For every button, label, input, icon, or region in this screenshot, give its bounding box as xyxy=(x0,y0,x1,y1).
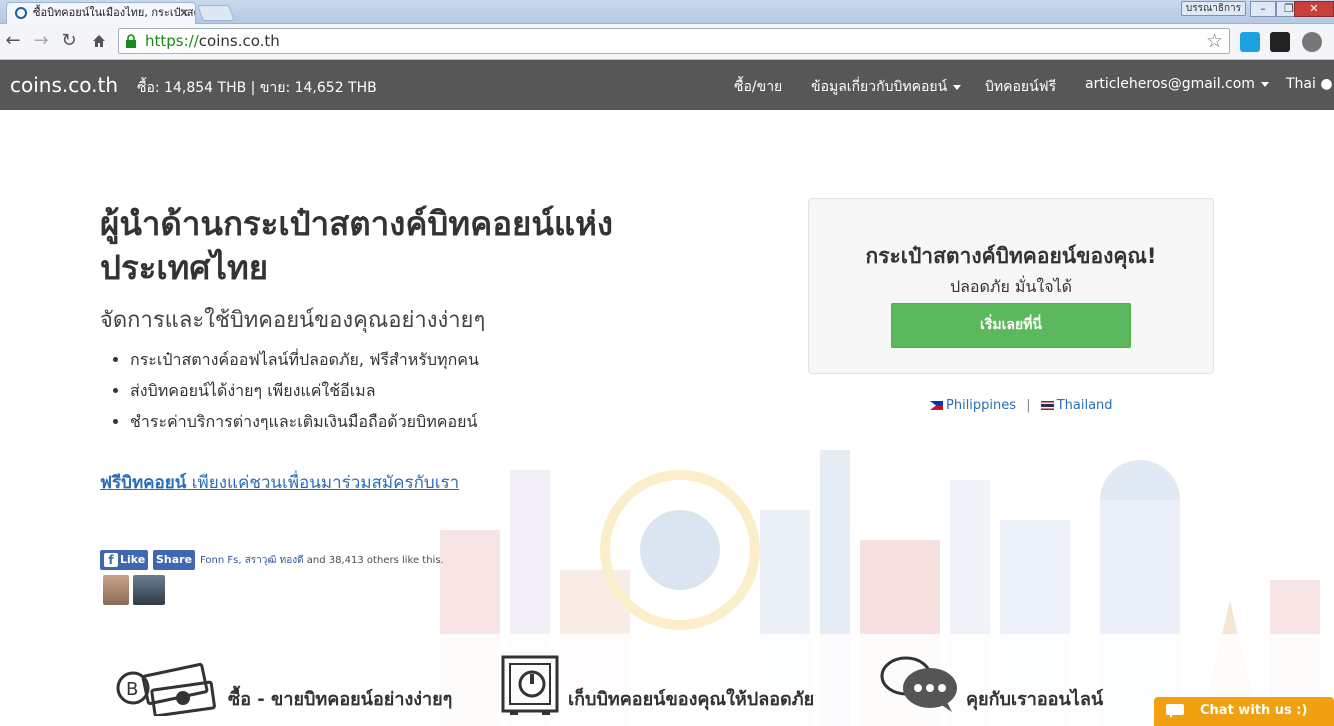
philippines-flag-icon xyxy=(930,401,943,410)
avatar[interactable] xyxy=(103,575,129,605)
address-bar[interactable]: https://coins.co.th ☆ xyxy=(118,28,1230,54)
chat-bubbles-icon xyxy=(880,656,957,712)
chevron-down-icon xyxy=(953,84,962,90)
country-link-thailand[interactable]: Thailand xyxy=(1037,398,1113,413)
feature-bullet-list: กระเป๋าสตางค์ออฟไลน์ที่ปลอดภัย, ฟรีสำหรั… xyxy=(100,348,479,441)
window-close-button[interactable]: ✕ xyxy=(1294,1,1334,17)
profile-button[interactable]: บรรณาธิการ xyxy=(1180,1,1246,16)
price-ticker: ซื้อ: 14,854 THB | ขาย: 14,652 THB xyxy=(137,80,377,96)
nav-free-bitcoin[interactable]: บิทคอยน์ฟรี xyxy=(985,76,1056,98)
free-bitcoin-referral-link[interactable]: ฟรีบิทคอยน์ เพียงแค่ชวนเพื่อนมาร่วมสมัคร… xyxy=(100,469,459,496)
speech-bubble-icon xyxy=(1166,704,1184,718)
nav-about-bitcoin[interactable]: ข้อมูลเกี่ยวกับบิทคอยน์ xyxy=(811,76,962,98)
url-text: https://coins.co.th xyxy=(145,32,280,50)
browser-tab-strip: ซื้อบิทคอยน์ในเมืองไทย, กระเป๋าสตางค์บิท… xyxy=(0,0,1334,24)
bitcoin-cash-icon: B xyxy=(116,662,216,716)
country-separator: | xyxy=(1026,398,1031,413)
country-link-philippines[interactable]: Philippines xyxy=(930,398,1020,413)
feature-secure-label: เก็บบิทคอยน์ของคุณให้ปลอดภัย xyxy=(568,689,815,710)
list-item: กระเป๋าสตางค์ออฟไลน์ที่ปลอดภัย, ฟรีสำหรั… xyxy=(100,348,479,379)
browser-toolbar: ← → ↻ https://coins.co.th ☆ xyxy=(0,24,1334,60)
globe-icon: ● xyxy=(1320,76,1333,92)
extension-film-icon[interactable] xyxy=(1302,32,1322,52)
safe-icon xyxy=(501,655,559,715)
get-started-button[interactable]: เริ่มเลยที่นี่ xyxy=(891,303,1131,348)
chevron-down-icon xyxy=(1260,81,1269,87)
reload-icon[interactable]: ↻ xyxy=(58,30,80,52)
site-brand[interactable]: coins.co.th xyxy=(10,73,118,97)
feature-chat-label: คุยกับเราออนไลน์ xyxy=(966,689,1104,710)
tab-title: ซื้อบิทคอยน์ในเมืองไทย, กระเป๋าสตางค์บิท… xyxy=(33,6,196,19)
forward-arrow-icon[interactable]: → xyxy=(30,30,52,52)
facebook-like-button[interactable]: f Like xyxy=(100,550,148,570)
main-content: ผู้นำด้านกระเป๋าสตางค์บิทคอยน์แห่งประเทศ… xyxy=(0,110,1334,726)
minimize-button[interactable]: – xyxy=(1250,1,1276,17)
feature-strip: B ซื้อ - ขายบิทคอยน์อย่างง่ายๆ เก็บบิทคอ… xyxy=(0,634,1334,726)
nav-account[interactable]: articleheros@gmail.com xyxy=(1085,76,1269,92)
back-arrow-icon[interactable]: ← xyxy=(2,30,24,52)
wallet-signup-panel: กระเป๋าสตางค์บิทคอยน์ของคุณ! ปลอดภัย มั่… xyxy=(808,198,1214,374)
tab-close-icon[interactable]: ✕ xyxy=(179,3,189,23)
bookmark-star-icon[interactable]: ☆ xyxy=(1206,30,1223,52)
hero-subtitle: จัดการและใช้บิทคอยน์ของคุณอย่างง่ายๆ xyxy=(100,308,486,333)
site-navbar: coins.co.th ซื้อ: 14,854 THB | ขาย: 14,6… xyxy=(0,60,1334,110)
wallet-panel-subtitle: ปลอดภัย มั่นใจได้ xyxy=(949,277,1073,296)
live-chat-widget[interactable]: Chat with us :) xyxy=(1154,697,1334,726)
nav-buy-sell[interactable]: ซื้อ/ขาย xyxy=(734,76,782,98)
new-tab-button[interactable] xyxy=(197,5,235,21)
facebook-social-text: Fonn Fs, สราวุฒิ ทองดี and 38,413 others… xyxy=(200,555,444,566)
browser-tab[interactable]: ซื้อบิทคอยน์ในเมืองไทย, กระเป๋าสตางค์บิท… xyxy=(6,2,196,24)
extension-glasses-icon[interactable] xyxy=(1270,32,1290,52)
site-favicon-icon xyxy=(15,7,27,19)
lock-icon xyxy=(126,34,136,48)
facebook-share-button[interactable]: Share xyxy=(153,550,195,570)
hero-title: ผู้นำด้านกระเป๋าสตางค์บิทคอยน์แห่งประเทศ… xyxy=(100,204,614,287)
chat-widget-label: Chat with us :) xyxy=(1200,703,1308,718)
home-icon[interactable] xyxy=(88,30,110,52)
thailand-flag-icon xyxy=(1040,401,1054,410)
facebook-icon: f xyxy=(104,553,118,567)
nav-language[interactable]: Thai ● xyxy=(1286,76,1333,92)
skype-icon[interactable] xyxy=(1240,32,1260,52)
country-selector: Philippines | Thailand xyxy=(930,398,1113,413)
wallet-panel-title: กระเป๋าสตางค์บิทคอยน์ของคุณ! xyxy=(865,244,1157,268)
svg-text:B: B xyxy=(126,679,138,700)
feature-buy-sell-label: ซื้อ - ขายบิทคอยน์อย่างง่ายๆ xyxy=(228,689,453,710)
list-item: ชำระค่าบริการต่างๆและเติมเงินมือถือด้วยบ… xyxy=(100,410,479,441)
list-item: ส่งบิทคอยน์ได้ง่ายๆ เพียงแค่ใช้อีเมล xyxy=(100,379,479,410)
avatar[interactable] xyxy=(133,575,165,605)
